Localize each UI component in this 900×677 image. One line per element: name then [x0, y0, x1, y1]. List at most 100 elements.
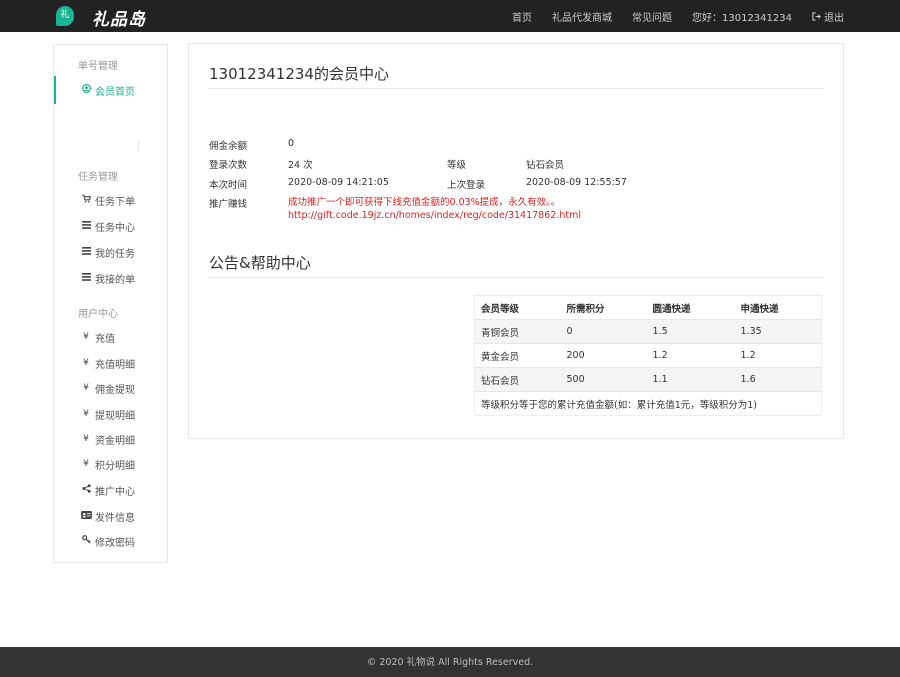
- cart-icon: [80, 194, 92, 206]
- id-card-icon: [80, 510, 92, 522]
- sidebar-item-recharge-detail[interactable]: ¥ 充值明细: [54, 352, 167, 374]
- share-icon: [80, 484, 92, 496]
- last-login-label: 上次登录: [447, 180, 486, 191]
- sidebar-item-commission-withdraw[interactable]: ¥ 佣金提现: [54, 377, 167, 399]
- nav-faq-link[interactable]: 常见问题: [632, 9, 672, 24]
- sidebar-item-label: 积分明细: [95, 460, 135, 472]
- sidebar-item-label: 任务中心: [95, 222, 135, 234]
- sidebar-item-label: 充值明细: [95, 359, 135, 371]
- login-count-label: 登录次数: [209, 160, 248, 171]
- promotion-link[interactable]: http://gift.code.19jz.cn/homes/index/reg…: [288, 209, 581, 222]
- sidebar-item-label: 发件信息: [95, 512, 135, 524]
- table-cell: 1.1: [646, 367, 735, 392]
- yen-icon: ¥: [83, 332, 89, 342]
- sidebar-item-member-home[interactable]: 会员首页: [54, 76, 167, 104]
- list-icon: [80, 272, 92, 284]
- yen-icon: ¥: [83, 434, 89, 444]
- copyright-text: © 2020 礼物说 All Rights Reserved.: [366, 657, 534, 668]
- sidebar-item-label: 修改密码: [95, 537, 135, 549]
- sidebar-item-funds-detail[interactable]: ¥ 资金明细: [54, 428, 167, 450]
- level-label: 等级: [447, 160, 467, 171]
- logo-icon[interactable]: 礼: [56, 6, 74, 26]
- table-cell: 1.35: [734, 319, 822, 344]
- sidebar-section-tasks: 任务管理: [78, 172, 118, 183]
- sidebar-item-my-tasks[interactable]: 我的任务: [54, 241, 167, 263]
- logo-text[interactable]: 礼品岛: [92, 5, 146, 30]
- sidebar-item-task-center[interactable]: 任务中心: [54, 215, 167, 237]
- member-level-table: 会员等级 所需积分 圆通快递 申通快递 青铜会员 0 1.5 1.35 黄金会员…: [474, 295, 822, 416]
- promotion-text: 成功推广一个即可获得下线充值金额的0.03%提成，永久有效。。 http://g…: [288, 196, 581, 222]
- sidebar: 单号管理 会员首页 任务管理 任务下单 任务中心 我的任务 我接的单 用户中心 …: [53, 44, 168, 563]
- list-icon: [80, 220, 92, 232]
- table-cell: 0: [560, 319, 647, 344]
- last-login-value: 2020-08-09 12:55:57: [526, 177, 627, 188]
- user-circle-icon: [80, 84, 92, 96]
- list-icon: [80, 246, 92, 258]
- yen-icon: ¥: [83, 383, 89, 393]
- table-row: 黄金会员 200 1.2 1.2: [474, 343, 822, 368]
- promotion-description: 成功推广一个即可获得下线充值金额的0.03%提成，永久有效。。: [288, 197, 561, 208]
- sidebar-item-label: 我的任务: [95, 248, 135, 260]
- sidebar-item-withdraw-detail[interactable]: ¥ 提现明细: [54, 403, 167, 425]
- sidebar-item-accepted-orders[interactable]: 我接的单: [54, 267, 167, 289]
- table-cell: 200: [560, 343, 647, 368]
- commission-value: 0: [288, 138, 295, 149]
- table-cell: 500: [560, 367, 647, 392]
- sidebar-section-user: 用户中心: [78, 309, 118, 320]
- logout-label: 退出: [824, 12, 844, 24]
- sidebar-item-label: 佣金提现: [95, 384, 135, 396]
- nav-mall-link[interactable]: 礼品代发商城: [552, 9, 612, 24]
- table-row: 青铜会员 0 1.5 1.35: [474, 319, 822, 344]
- divider: [209, 277, 823, 278]
- sidebar-item-label: 充值: [95, 333, 115, 345]
- sidebar-item-sender-info[interactable]: 发件信息: [54, 505, 167, 527]
- sidebar-item-label: 会员首页: [95, 86, 135, 98]
- table-cell: 黄金会员: [474, 343, 561, 368]
- commission-label: 佣金余额: [209, 141, 248, 152]
- sidebar-item-task-order[interactable]: 任务下单: [54, 189, 167, 211]
- user-greeting-link[interactable]: 您好：13012341234: [692, 9, 792, 24]
- divider: [209, 88, 823, 89]
- table-cell: 1.2: [646, 343, 735, 368]
- table-note: 等级积分等于您的累计充值金额(如：累计充值1元，等级积分为1): [474, 391, 822, 416]
- level-value: 钻石会员: [526, 160, 565, 171]
- table-cell: 1.6: [734, 367, 822, 392]
- section-title-announcements: 公告&帮助中心: [209, 254, 311, 272]
- this-time-value: 2020-08-09 14:21:05: [288, 177, 389, 188]
- yen-icon: ¥: [83, 409, 89, 419]
- yen-icon: ¥: [83, 358, 89, 368]
- sign-out-icon: [812, 11, 821, 21]
- top-navbar: 礼 礼品岛 首页 礼品代发商城 常见问题 您好：13012341234 退出: [0, 0, 900, 32]
- promote-label: 推广赚钱: [209, 199, 248, 210]
- table-header: 会员等级: [481, 303, 520, 315]
- sidebar-item-label: 我接的单: [95, 274, 135, 286]
- sidebar-item-recharge[interactable]: ¥ 充值: [54, 326, 167, 348]
- logout-button[interactable]: 退出: [812, 9, 844, 24]
- sidebar-item-label: 提现明细: [95, 410, 135, 422]
- table-note-row: 等级积分等于您的累计充值金额(如：累计充值1元，等级积分为1): [474, 391, 822, 416]
- divider: [138, 141, 139, 151]
- footer: © 2020 礼物说 All Rights Reserved.: [0, 647, 900, 677]
- table-cell: 1.2: [734, 343, 822, 368]
- yen-icon: ¥: [83, 459, 89, 469]
- table-header: 所需积分: [566, 303, 605, 315]
- member-center-panel: 13012341234的会员中心 佣金余额 0 登录次数 24 次 等级 钻石会…: [188, 43, 844, 439]
- table-cell: 青铜会员: [474, 319, 561, 344]
- sidebar-item-points-detail[interactable]: ¥ 积分明细: [54, 453, 167, 475]
- table-cell: 1.5: [646, 319, 735, 344]
- this-time-label: 本次时间: [209, 180, 248, 191]
- sidebar-section-orders: 单号管理: [78, 61, 118, 72]
- table-header: 申通快递: [740, 303, 779, 315]
- sidebar-item-label: 资金明细: [95, 435, 135, 447]
- page-title: 13012341234的会员中心: [209, 65, 389, 83]
- login-count-value: 24 次: [288, 160, 313, 171]
- sidebar-item-label: 推广中心: [95, 486, 135, 498]
- sidebar-item-promotion[interactable]: 推广中心: [54, 479, 167, 501]
- table-header-row: 会员等级 所需积分 圆通快递 申通快递: [475, 296, 822, 320]
- table-header: 圆通快递: [652, 303, 691, 315]
- table-cell: 钻石会员: [474, 367, 561, 392]
- sidebar-item-label: 任务下单: [95, 196, 135, 208]
- nav-home-link[interactable]: 首页: [512, 9, 532, 24]
- key-icon: [80, 535, 92, 547]
- sidebar-item-change-password[interactable]: 修改密码: [54, 530, 167, 552]
